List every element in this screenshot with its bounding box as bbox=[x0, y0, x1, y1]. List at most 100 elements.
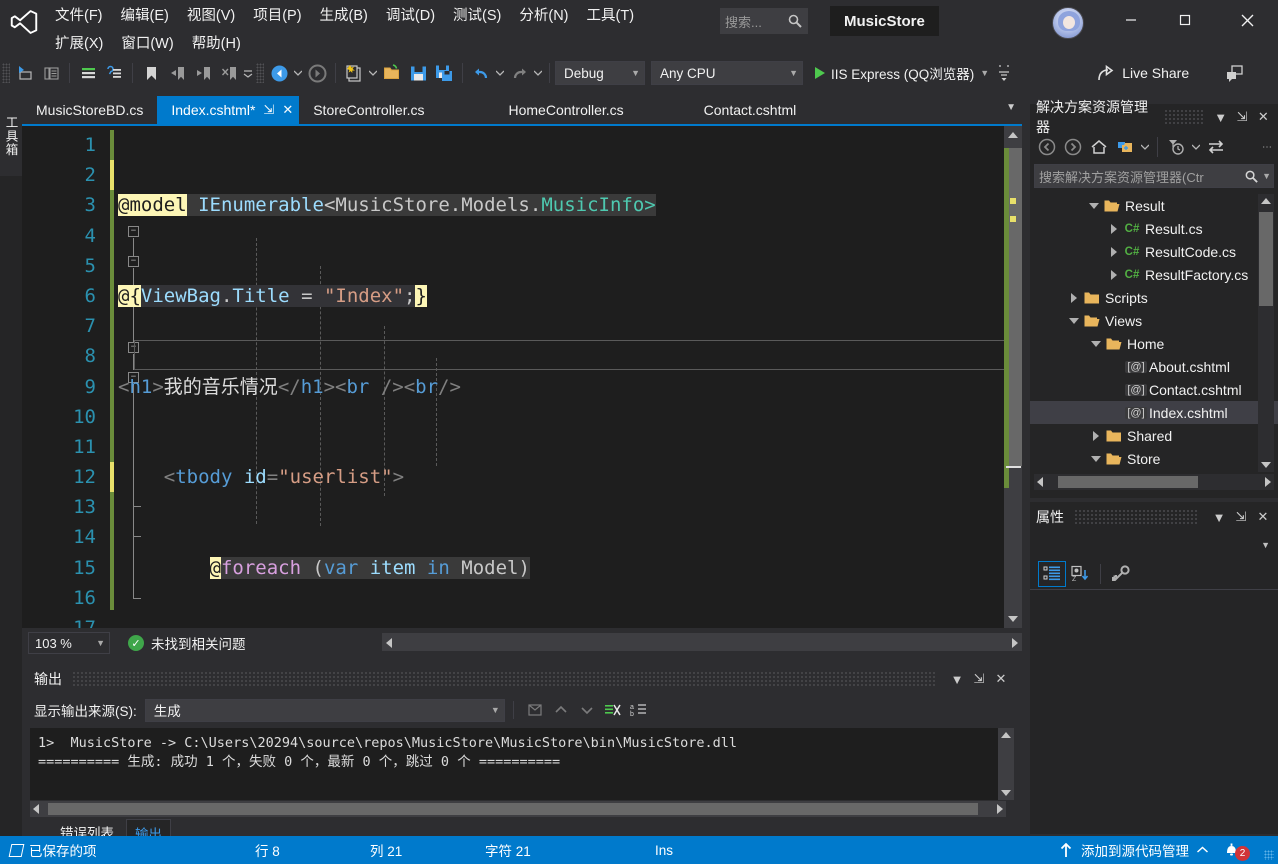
editor-horizontal-scrollbar[interactable] bbox=[382, 633, 1022, 651]
new-project-chevron-down-icon[interactable] bbox=[367, 61, 379, 85]
navigate-forward-circle-icon[interactable] bbox=[304, 61, 330, 85]
scroll-up-icon[interactable] bbox=[1008, 132, 1018, 138]
chevron-down-icon[interactable]: ▼ bbox=[980, 68, 989, 78]
find-message-icon[interactable] bbox=[522, 698, 548, 722]
tri-right-icon[interactable] bbox=[1088, 430, 1104, 441]
save-icon[interactable] bbox=[405, 61, 431, 85]
close-button[interactable] bbox=[1224, 0, 1270, 40]
chevron-down-icon[interactable]: ▼ bbox=[1262, 171, 1271, 181]
redo-icon[interactable] bbox=[506, 61, 532, 85]
toolbar-grip[interactable] bbox=[256, 63, 264, 83]
scroll-up-icon[interactable] bbox=[1001, 732, 1011, 738]
tree-item-resultfactory-cs[interactable]: C# ResultFactory.cs bbox=[1030, 263, 1278, 286]
categorized-view-icon[interactable] bbox=[1038, 560, 1066, 587]
notifications-button[interactable]: 2 bbox=[1223, 840, 1250, 861]
tree-item-result-cs[interactable]: C# Result.cs bbox=[1030, 217, 1278, 240]
add-to-source-control-button[interactable]: 添加到源代码管理 bbox=[1059, 840, 1208, 860]
tab-overflow-chevron-down-icon[interactable]: ▼ bbox=[1006, 102, 1016, 113]
tree-item-scripts[interactable]: Scripts bbox=[1030, 286, 1278, 309]
redo-chevron-down-icon[interactable] bbox=[532, 61, 544, 85]
toolbar-grip[interactable] bbox=[2, 63, 10, 83]
close-icon[interactable]: ✕ bbox=[1252, 506, 1274, 528]
menu-tools[interactable]: 工具(T) bbox=[578, 4, 644, 28]
panel-drag-grip[interactable] bbox=[1164, 109, 1205, 125]
chevron-down-icon[interactable] bbox=[1189, 135, 1203, 159]
menu-view[interactable]: 视图(V) bbox=[178, 4, 244, 28]
solution-explorer-horizontal-scrollbar[interactable] bbox=[1034, 474, 1274, 490]
live-share-button[interactable]: Live Share bbox=[1091, 64, 1195, 83]
add-existing-item-icon[interactable] bbox=[101, 61, 127, 85]
scroll-left-icon[interactable] bbox=[386, 638, 392, 648]
tri-down-icon[interactable] bbox=[1088, 340, 1104, 347]
close-icon[interactable]: ✕ bbox=[990, 668, 1012, 690]
editor-vertical-scrollbar[interactable] bbox=[1004, 126, 1022, 628]
next-bookmark-icon[interactable] bbox=[190, 61, 216, 85]
scroll-right-icon[interactable] bbox=[997, 804, 1003, 814]
tab-homecontroller-cs[interactable]: HomeController.cs bbox=[495, 96, 638, 124]
scroll-right-icon[interactable] bbox=[1012, 638, 1018, 648]
scroll-left-icon[interactable] bbox=[1037, 477, 1043, 487]
pending-changes-filter-icon[interactable] bbox=[1163, 135, 1189, 159]
tri-down-icon[interactable] bbox=[1086, 202, 1102, 209]
tri-right-icon[interactable] bbox=[1106, 223, 1122, 234]
navigate-back-chevron-down-icon[interactable] bbox=[292, 61, 304, 85]
bookmark-overflow-chevron-down-icon[interactable] bbox=[242, 61, 254, 85]
solution-tree[interactable]: Result C# Result.cs C# ResultCode.cs C# … bbox=[1030, 194, 1278, 472]
menu-analyze[interactable]: 分析(N) bbox=[510, 4, 577, 28]
panel-drag-grip[interactable] bbox=[72, 671, 936, 687]
scrollbar-thumb[interactable] bbox=[1009, 148, 1022, 466]
panel-menu-chevron-down-icon[interactable]: ▼ bbox=[946, 668, 968, 690]
property-pages-key-icon[interactable] bbox=[1107, 561, 1135, 587]
menu-window[interactable]: 窗口(W) bbox=[112, 32, 182, 56]
minimize-button[interactable] bbox=[1108, 0, 1154, 40]
menu-extensions[interactable]: 扩展(X) bbox=[46, 32, 112, 56]
new-item-icon[interactable] bbox=[75, 61, 101, 85]
pin-icon[interactable]: ⇲ bbox=[1231, 106, 1252, 128]
tree-item-index-cshtml[interactable]: [@] Index.cshtml bbox=[1030, 401, 1278, 424]
zoom-level-combo[interactable]: 103 % ▼ bbox=[28, 632, 110, 654]
scroll-down-icon[interactable] bbox=[1261, 462, 1271, 468]
solution-explorer-search-input[interactable]: 搜索解决方案资源管理器(Ctr ▼ bbox=[1034, 164, 1274, 188]
tri-right-icon[interactable] bbox=[1106, 269, 1122, 280]
pin-icon[interactable]: ⇲ bbox=[968, 668, 990, 690]
menu-file[interactable]: 文件(F) bbox=[46, 4, 112, 28]
tri-right-icon[interactable] bbox=[1066, 292, 1082, 303]
next-message-icon[interactable] bbox=[574, 698, 600, 722]
previous-bookmark-icon[interactable] bbox=[164, 61, 190, 85]
menu-build[interactable]: 生成(B) bbox=[311, 4, 377, 28]
start-debug-button[interactable]: IIS Express (QQ浏览器) ▼ bbox=[809, 60, 995, 86]
solution-explorer-vertical-scrollbar[interactable] bbox=[1258, 194, 1274, 472]
tri-down-icon[interactable] bbox=[1088, 455, 1104, 462]
scrollbar-thumb[interactable] bbox=[48, 803, 978, 815]
panel-drag-grip[interactable] bbox=[1074, 509, 1198, 525]
navigate-backward-icon[interactable] bbox=[12, 61, 38, 85]
panel-menu-chevron-down-icon[interactable]: ▼ bbox=[1208, 506, 1230, 528]
show-all-files-icon[interactable] bbox=[1112, 135, 1138, 159]
code-text[interactable]: @model IEnumerable<MusicStore.Models.Mus… bbox=[118, 130, 1018, 628]
navigate-forward-icon[interactable] bbox=[1060, 135, 1086, 159]
scroll-down-icon[interactable] bbox=[1008, 616, 1018, 622]
build-configuration-combo[interactable]: Debug ▼ bbox=[555, 61, 645, 85]
undo-chevron-down-icon[interactable] bbox=[494, 61, 506, 85]
close-icon[interactable]: ✕ bbox=[282, 102, 293, 118]
menu-edit[interactable]: 编辑(E) bbox=[112, 4, 178, 28]
navigate-backward-icon[interactable] bbox=[1034, 135, 1060, 159]
scroll-up-icon[interactable] bbox=[1261, 198, 1271, 204]
run-settings-icon[interactable] bbox=[995, 61, 1013, 85]
new-window-icon[interactable] bbox=[38, 61, 64, 85]
output-vertical-scrollbar[interactable] bbox=[998, 728, 1014, 800]
toggle-word-wrap-icon[interactable]: a b bbox=[626, 698, 652, 722]
tab-storecontroller-cs[interactable]: StoreController.cs bbox=[299, 96, 438, 124]
user-avatar[interactable] bbox=[1052, 7, 1084, 39]
properties-object-combo[interactable]: ▼ bbox=[1030, 532, 1278, 558]
tab-contact-cshtml[interactable]: Contact.cshtml bbox=[690, 96, 811, 124]
output-horizontal-scrollbar[interactable] bbox=[30, 801, 1006, 817]
previous-message-icon[interactable] bbox=[548, 698, 574, 722]
scroll-down-icon[interactable] bbox=[1001, 790, 1011, 796]
tab-index-cshtml[interactable]: Index.cshtml* ⇲ ✕ bbox=[157, 96, 300, 124]
scrollbar-thumb[interactable] bbox=[1058, 476, 1198, 488]
sync-with-active-document-icon[interactable] bbox=[1203, 135, 1229, 159]
close-icon[interactable]: ✕ bbox=[1253, 106, 1274, 128]
scroll-right-icon[interactable] bbox=[1265, 477, 1271, 487]
clear-all-icon[interactable] bbox=[600, 698, 626, 722]
